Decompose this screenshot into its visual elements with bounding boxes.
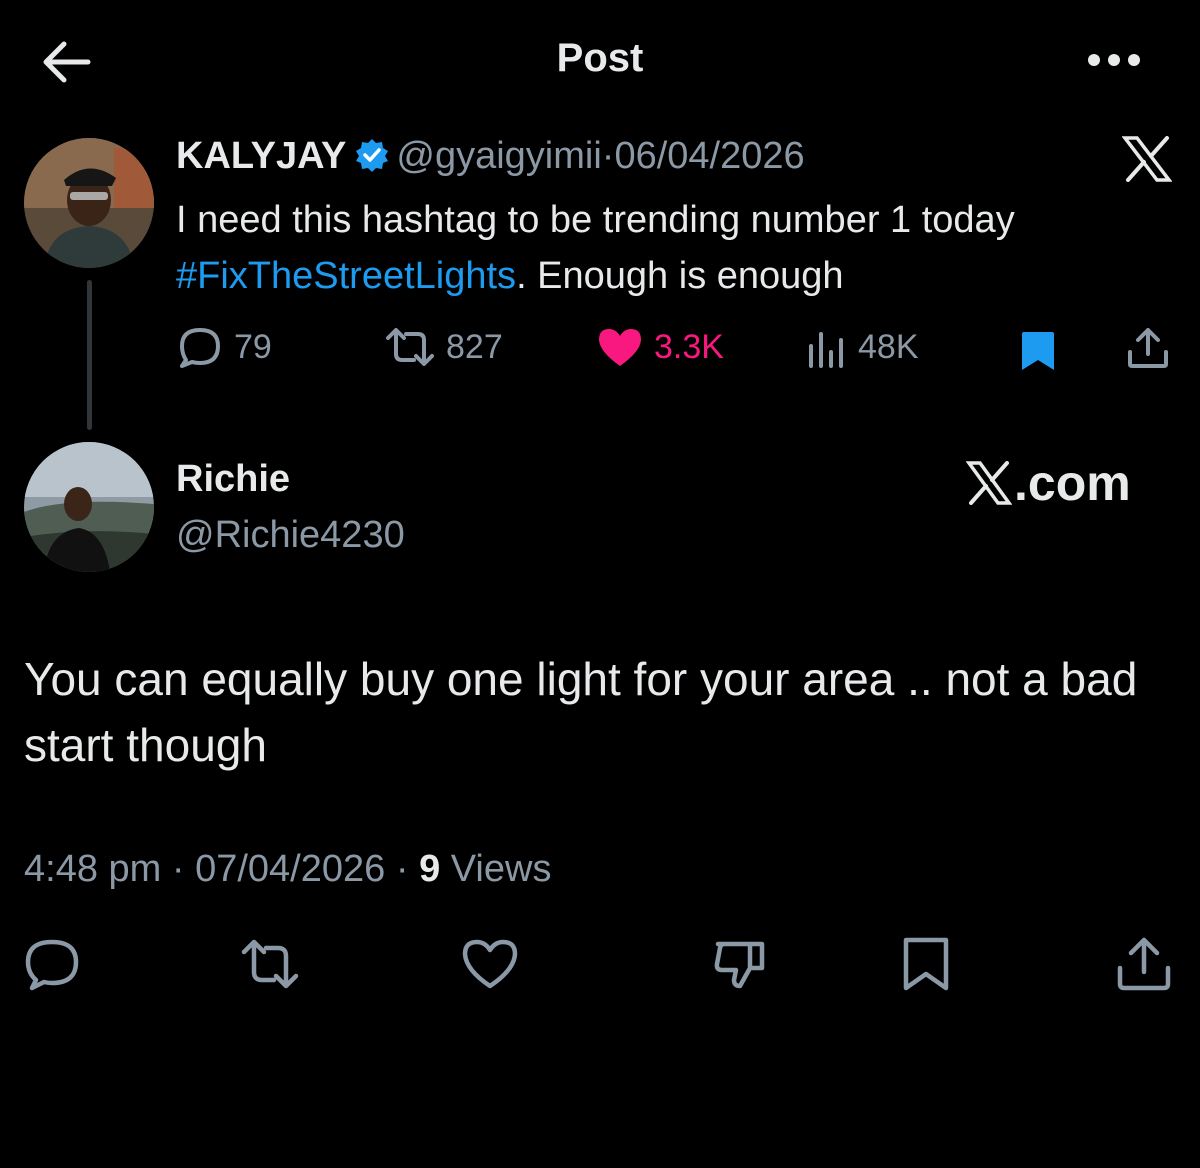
reply-button[interactable] xyxy=(22,934,82,994)
author-name[interactable]: KALYJAY xyxy=(176,135,346,177)
author-handle[interactable]: @gyaigyimii xyxy=(396,135,601,177)
separator: · xyxy=(395,848,409,890)
repost-icon xyxy=(241,939,299,989)
avatar[interactable] xyxy=(24,442,154,572)
reply-stat[interactable]: 79 xyxy=(176,326,272,368)
views-count[interactable]: 9 xyxy=(419,848,440,890)
post-text-part: I need this hashtag to be trending numbe… xyxy=(176,199,1015,241)
bookmark-filled-icon xyxy=(1022,332,1054,370)
reply-icon xyxy=(180,328,220,368)
bookmark-icon xyxy=(903,937,949,991)
analytics-icon xyxy=(809,332,843,368)
reply-icon xyxy=(25,939,79,991)
post-header: KALYJAY @gyaigyimii·06/04/2026 xyxy=(176,135,805,178)
hashtag-link[interactable]: #FixTheStreetLights xyxy=(176,255,516,297)
watermark: .com xyxy=(966,454,1131,512)
views-count: 48K xyxy=(858,327,919,366)
reply-text: You can equally buy one light for your a… xyxy=(24,653,1138,771)
author-handle[interactable]: @Richie4230 xyxy=(176,514,405,557)
heart-icon xyxy=(462,939,518,989)
separator: · xyxy=(601,135,615,177)
more-horizontal-icon xyxy=(1088,54,1140,66)
share-button[interactable] xyxy=(1126,326,1180,370)
author-name[interactable]: Richie xyxy=(176,458,290,501)
repost-stat[interactable]: 827 xyxy=(384,326,503,368)
more-button[interactable] xyxy=(1084,48,1144,72)
share-button[interactable] xyxy=(1114,934,1174,994)
repost-icon xyxy=(386,328,434,366)
thumbs-down-icon xyxy=(714,941,765,989)
heart-filled-icon xyxy=(599,329,641,366)
post-time: 4:48 pm xyxy=(24,848,162,890)
dislike-button[interactable] xyxy=(710,934,770,994)
x-logo-icon xyxy=(966,461,1012,505)
repost-count: 827 xyxy=(446,327,503,366)
post-text-part: . Enough is enough xyxy=(516,255,844,297)
bookmark-button[interactable] xyxy=(896,934,956,994)
post-text: I need this hashtag to be trending numbe… xyxy=(176,192,1176,304)
avatar[interactable] xyxy=(24,138,154,268)
reply-count: 79 xyxy=(234,327,272,366)
post-date: 07/04/2026 xyxy=(195,848,386,890)
repost-button[interactable] xyxy=(240,934,300,994)
share-icon xyxy=(1117,937,1171,991)
views-stat[interactable]: 48K xyxy=(806,326,919,368)
bookmark-button[interactable] xyxy=(1018,330,1068,372)
watermark-text: .com xyxy=(1014,455,1131,511)
like-stat[interactable]: 3.3K xyxy=(596,326,724,368)
thread-connector xyxy=(87,280,92,430)
post-meta: 4:48 pm · 07/04/2026 · 9 Views xyxy=(24,848,551,891)
like-count: 3.3K xyxy=(654,327,724,366)
share-icon xyxy=(1128,328,1168,368)
like-button[interactable] xyxy=(460,934,520,994)
x-logo-icon xyxy=(1122,136,1172,182)
views-label[interactable]: Views xyxy=(451,848,552,890)
separator: · xyxy=(171,848,185,890)
post-date[interactable]: 06/04/2026 xyxy=(614,135,804,177)
verified-badge-icon xyxy=(354,137,390,173)
page-title: Post xyxy=(556,36,644,80)
